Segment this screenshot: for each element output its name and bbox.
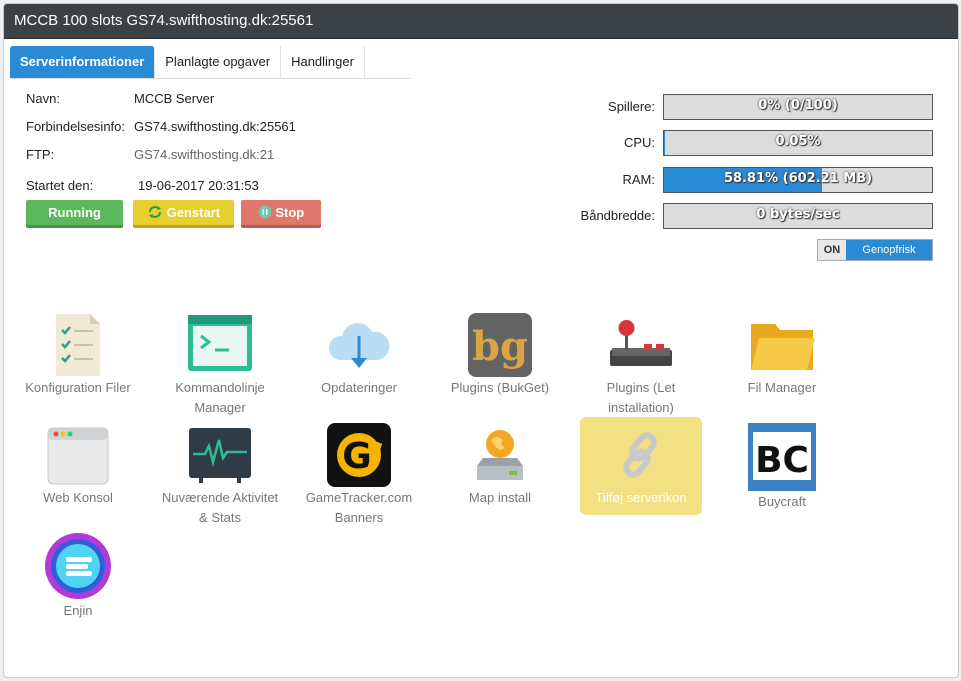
terminal-icon (187, 312, 253, 378)
tool-label: Enjin (63, 603, 93, 618)
folder-icon (749, 312, 815, 378)
bukget-icon: bg (467, 312, 533, 378)
bar-text: 0.05% (775, 134, 821, 149)
ram-bar: 58.81% (602.21 MB) (663, 167, 933, 193)
refresh-toggle[interactable]: ON Genopfrisk (817, 239, 933, 261)
buycraft-icon: BC (747, 422, 817, 492)
cloud-download-icon (326, 312, 392, 378)
chain-link-icon (608, 422, 674, 488)
tool-plugins-bukget[interactable]: bg Plugins (BukGet) (439, 312, 561, 398)
connection-value: GS74.swifthosting.dk:25561 (134, 119, 296, 134)
restart-button[interactable]: Genstart (133, 200, 234, 228)
tool-file-manager[interactable]: Fil Manager (721, 312, 843, 398)
started-value: 19-06-2017 20:31:53 (138, 178, 259, 193)
map-install-icon (467, 422, 533, 488)
svg-text:bg: bg (472, 323, 528, 370)
browser-window-icon (45, 422, 111, 488)
tool-web-console[interactable]: Web Konsol (17, 422, 139, 508)
bar-text: 58.81% (602.21 MB) (723, 171, 873, 186)
tool-activity-stats[interactable]: Nuværende Aktivitet & Stats (159, 422, 281, 528)
window-title: MCCB 100 slots GS74.swifthosting.dk:2556… (4, 4, 958, 39)
tool-label: Plugins (Let installation) (606, 380, 676, 415)
tool-label: Web Konsol (43, 490, 113, 505)
tool-label: Opdateringer (321, 380, 397, 395)
tool-label: Plugins (BukGet) (450, 380, 550, 395)
tool-label: Nuværende Aktivitet & Stats (161, 490, 279, 525)
tab-serverinformationer[interactable]: Serverinformationer (10, 46, 156, 78)
stat-label: Spillere: (608, 99, 655, 114)
name-value: MCCB Server (134, 91, 215, 106)
name-label: Navn: (26, 91, 60, 106)
activity-monitor-icon (187, 422, 253, 488)
bar-text: 0 bytes/sec (756, 207, 840, 222)
tool-map-install[interactable]: Map install (439, 422, 561, 508)
bandwidth-bar: 0 bytes/sec (663, 203, 933, 229)
svg-text:G: G (342, 436, 372, 477)
tool-updates[interactable]: Opdateringer (298, 312, 420, 398)
players-bar: 0% (0/100) (663, 94, 933, 120)
tool-gametracker[interactable]: G GameTracker.com Banners (298, 422, 420, 528)
started-label: Startet den: (26, 178, 94, 193)
pause-icon (258, 205, 272, 219)
running-button[interactable]: Running (26, 200, 123, 228)
config-file-icon (45, 312, 111, 378)
joystick-icon (608, 312, 674, 378)
stat-cpu: CPU: 0.05% (603, 130, 933, 156)
ftp-link[interactable]: GS74.swifthosting.dk:21 (134, 147, 274, 162)
tool-label: Fil Manager (747, 380, 817, 395)
running-label: Running (48, 205, 101, 220)
toggle-state: ON (818, 240, 846, 260)
stat-label: CPU: (623, 135, 655, 150)
tab-bar: Serverinformationer Planlagte opgaver Ha… (10, 46, 410, 79)
server-panel: MCCB 100 slots GS74.swifthosting.dk:2556… (3, 3, 959, 678)
tool-plugins-easy[interactable]: Plugins (Let installation) (580, 312, 702, 418)
tool-label: Tilføj serverikon (595, 490, 687, 505)
tool-enjin[interactable]: Enjin (17, 531, 139, 621)
stat-ram: RAM: 58.81% (602.21 MB) (603, 167, 933, 193)
gametracker-icon: G (326, 422, 392, 488)
tool-label: GameTracker.com Banners (305, 490, 413, 525)
tool-label: Map install (468, 490, 532, 505)
tool-add-server-icon[interactable]: Tilføj serverikon (580, 417, 702, 515)
svg-text:BC: BC (755, 440, 809, 481)
tab-handlinger[interactable]: Handlinger (281, 46, 365, 78)
stat-label: Båndbredde: (580, 208, 655, 223)
refresh-icon (148, 206, 161, 218)
connection-label: Forbindelsesinfo: (26, 119, 125, 134)
ftp-label: FTP: (26, 147, 55, 162)
tool-command-line[interactable]: Kommandolinje Manager (159, 312, 281, 418)
stat-bandwidth: Båndbredde: 0 bytes/sec (581, 203, 933, 229)
stat-players: Spillere: 0% (0/100) (603, 94, 933, 120)
restart-label: Genstart (166, 205, 221, 220)
cpu-bar: 0.05% (663, 130, 933, 156)
tool-label: Buycraft (758, 494, 806, 509)
enjin-icon (43, 531, 113, 601)
tool-label: Konfiguration Filer (25, 380, 131, 395)
stop-button[interactable]: Stop (241, 200, 321, 228)
refresh-label: Genopfrisk (846, 240, 932, 260)
tool-label: Kommandolinje Manager (175, 380, 265, 415)
bar-text: 0% (0/100) (758, 98, 838, 113)
stat-label: RAM: (622, 172, 656, 187)
tool-buycraft[interactable]: BC Buycraft (721, 422, 843, 512)
tab-planlagte-opgaver[interactable]: Planlagte opgaver (155, 46, 282, 78)
tool-config-files[interactable]: Konfiguration Filer (17, 312, 139, 398)
stop-label: Stop (275, 205, 305, 220)
